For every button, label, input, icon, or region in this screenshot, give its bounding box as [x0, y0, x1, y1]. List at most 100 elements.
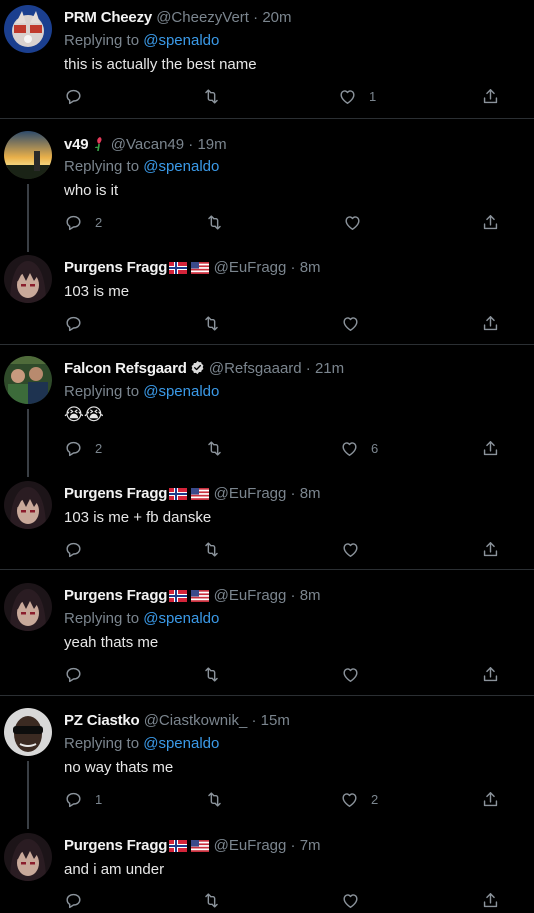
share-button[interactable] — [481, 889, 500, 911]
usa-flag-icon — [191, 840, 210, 852]
author-handle[interactable]: @EuFragg — [214, 485, 287, 502]
verified-icon — [191, 360, 204, 375]
flower-emoji-icon — [94, 137, 102, 152]
share-button[interactable] — [481, 437, 500, 459]
norway-flag-icon — [169, 488, 188, 500]
replying-to: Replying to @spenaldo — [64, 610, 220, 627]
share-icon — [481, 314, 500, 333]
reply-icon — [64, 540, 83, 559]
mention-link[interactable]: @spenaldo — [143, 610, 219, 627]
share-button[interactable] — [481, 85, 500, 107]
like-button[interactable] — [341, 538, 372, 560]
author-handle[interactable]: @EuFragg — [214, 587, 287, 604]
retweet-button[interactable] — [202, 312, 233, 334]
avatar[interactable] — [4, 356, 52, 404]
reply-button[interactable] — [64, 663, 95, 685]
author-handle[interactable]: @EuFragg — [214, 259, 287, 276]
like-icon — [340, 439, 359, 458]
replying-to: Replying to @spenaldo — [64, 383, 220, 400]
retweet-button[interactable] — [202, 663, 233, 685]
like-button[interactable] — [341, 312, 372, 334]
timestamp[interactable]: · 15m — [251, 712, 289, 729]
replying-to: Replying to @spenaldo — [64, 32, 220, 49]
mention-link[interactable]: @spenaldo — [143, 735, 219, 752]
timestamp[interactable]: · 7m — [291, 837, 321, 854]
reply-button[interactable]: 1 — [64, 788, 102, 810]
mention-link[interactable]: @spenaldo — [143, 383, 219, 400]
like-icon — [341, 540, 360, 559]
share-button[interactable] — [481, 538, 500, 560]
share-button[interactable] — [481, 211, 500, 233]
retweet-icon — [202, 314, 221, 333]
reply-icon — [64, 87, 83, 106]
reply-button[interactable]: 2 — [64, 211, 102, 233]
reply-button[interactable] — [64, 312, 95, 334]
author-handle[interactable]: @Vacan49 — [111, 136, 184, 153]
tweet-text: 103 is me + fb danske — [64, 509, 212, 526]
retweet-button[interactable] — [205, 211, 236, 233]
like-icon — [340, 790, 359, 809]
replying-to: Replying to @spenaldo — [64, 735, 220, 752]
like-icon — [341, 891, 360, 910]
avatar[interactable] — [4, 5, 52, 53]
separator — [0, 569, 534, 570]
reply-icon — [64, 439, 83, 458]
usa-flag-icon — [191, 488, 210, 500]
author-name[interactable]: v49 — [64, 136, 89, 153]
share-button[interactable] — [481, 663, 500, 685]
author-name[interactable]: Purgens Fragg — [64, 837, 167, 854]
author-name[interactable]: Purgens Fragg — [64, 485, 167, 502]
author-handle[interactable]: @Ciastkownik_ — [144, 712, 248, 729]
timestamp[interactable]: · 19m — [188, 136, 226, 153]
share-icon — [481, 891, 500, 910]
like-button[interactable]: 1 — [338, 85, 376, 107]
reply-button[interactable] — [64, 889, 95, 911]
like-button[interactable]: 6 — [340, 437, 378, 459]
share-icon — [481, 213, 500, 232]
retweet-icon — [202, 540, 221, 559]
usa-flag-icon — [191, 590, 210, 602]
retweet-icon — [202, 87, 221, 106]
timestamp[interactable]: · 8m — [291, 587, 321, 604]
like-button[interactable]: 2 — [340, 788, 378, 810]
author-handle[interactable]: @CheezyVert — [156, 9, 249, 26]
mention-link[interactable]: @spenaldo — [143, 32, 219, 49]
timestamp[interactable]: · 21m — [306, 360, 344, 377]
avatar[interactable] — [4, 708, 52, 756]
avatar[interactable] — [4, 255, 52, 303]
author-name[interactable]: PZ Ciastko — [64, 712, 140, 729]
like-button[interactable] — [341, 889, 372, 911]
author-name[interactable]: PRM Cheezy — [64, 9, 152, 26]
author-handle[interactable]: @Refsgaaard — [209, 360, 302, 377]
retweet-button[interactable] — [205, 437, 236, 459]
retweet-button[interactable] — [202, 538, 233, 560]
avatar[interactable] — [4, 131, 52, 179]
avatar[interactable] — [4, 833, 52, 881]
retweet-icon — [205, 213, 224, 232]
timestamp[interactable]: · 8m — [291, 485, 321, 502]
usa-flag-icon — [191, 262, 210, 274]
share-button[interactable] — [481, 788, 500, 810]
reply-button[interactable] — [64, 85, 95, 107]
retweet-button[interactable] — [205, 788, 236, 810]
author-name[interactable]: Purgens Fragg — [64, 259, 167, 276]
like-button[interactable] — [343, 211, 374, 233]
tweet-text: yeah thats me — [64, 634, 159, 651]
timestamp[interactable]: · 8m — [291, 259, 321, 276]
like-icon — [341, 665, 360, 684]
avatar[interactable] — [4, 481, 52, 529]
reply-button[interactable]: 2 — [64, 437, 102, 459]
author-name[interactable]: Purgens Fragg — [64, 587, 167, 604]
author-handle[interactable]: @EuFragg — [214, 837, 287, 854]
author-name[interactable]: Falcon Refsgaard — [64, 360, 187, 377]
mention-link[interactable]: @spenaldo — [143, 158, 219, 175]
retweet-button[interactable] — [202, 889, 233, 911]
share-button[interactable] — [481, 312, 500, 334]
reply-button[interactable] — [64, 538, 95, 560]
timestamp[interactable]: · 20m — [253, 9, 291, 26]
avatar[interactable] — [4, 583, 52, 631]
like-button[interactable] — [341, 663, 372, 685]
retweet-button[interactable] — [202, 85, 233, 107]
like-icon — [341, 314, 360, 333]
norway-flag-icon — [169, 262, 188, 274]
